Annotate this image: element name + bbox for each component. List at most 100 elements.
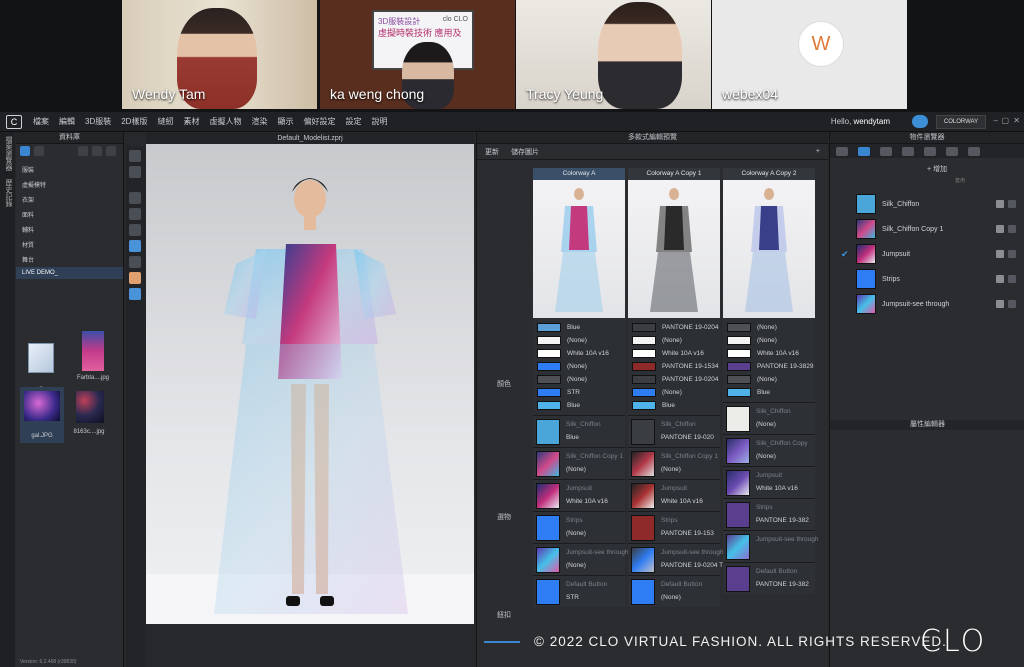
library-item[interactable]: 衣架: [16, 192, 123, 207]
library-item[interactable]: 虛擬模特: [16, 177, 123, 192]
copy-icon[interactable]: [996, 275, 1004, 283]
fabric-thumbnail[interactable]: [631, 547, 655, 573]
color-swatch-row[interactable]: White 10A v16: [723, 347, 815, 360]
color-swatch-row[interactable]: PANTONE 19-0204: [628, 321, 720, 334]
fabric-thumbnail[interactable]: [536, 515, 560, 541]
fabric-thumbnail[interactable]: [631, 515, 655, 541]
menu-avatar[interactable]: 虛擬人物: [204, 116, 246, 127]
color-chip[interactable]: [632, 323, 656, 332]
fabric-thumbnail[interactable]: [536, 451, 560, 477]
library-item[interactable]: 輔料: [16, 222, 123, 237]
participant-tile-2[interactable]: 3D服裝設計 虛擬時裝技術 應用及 clo CLO ka weng chong: [320, 0, 515, 109]
fabric-thumbnail[interactable]: [631, 483, 655, 509]
3d-viewport[interactable]: [146, 144, 474, 624]
fabric-row[interactable]: Default Button STR: [533, 575, 625, 607]
color-chip[interactable]: [537, 336, 561, 345]
delete-icon[interactable]: [1008, 300, 1016, 308]
color-swatch-row[interactable]: White 10A v16: [533, 347, 625, 360]
color-chip[interactable]: [632, 388, 656, 397]
color-swatch-row[interactable]: PANTONE 19-1534: [628, 360, 720, 373]
color-chip[interactable]: [537, 349, 561, 358]
colorway-header[interactable]: Colorway A Copy 1: [628, 168, 720, 180]
color-swatch-row[interactable]: Blue: [723, 386, 815, 399]
color-swatch-row[interactable]: (None): [628, 334, 720, 347]
colorway-preview-image[interactable]: [533, 180, 625, 318]
fabric-row[interactable]: Jumpsuit White 10A v16: [723, 466, 815, 498]
file-thumbnail[interactable]: Farbta....jpg: [76, 331, 110, 381]
buttonhole-icon[interactable]: [924, 146, 936, 156]
maximize-icon[interactable]: ▢: [1001, 116, 1009, 125]
participant-tile-4[interactable]: W webex04: [712, 0, 907, 109]
fabric-list-item[interactable]: Jumpsuit-see through: [856, 294, 1016, 316]
color-swatch-row[interactable]: (None): [533, 360, 625, 373]
delete-icon[interactable]: [1008, 250, 1016, 258]
color-swatch-row[interactable]: PANTONE 19-0204: [628, 373, 720, 386]
cloud-icon[interactable]: [912, 115, 928, 128]
color-swatch-row[interactable]: (None): [533, 334, 625, 347]
menu-edit[interactable]: 編輯: [54, 116, 80, 127]
fabric-thumbnail[interactable]: [536, 547, 560, 573]
colorway-header[interactable]: Colorway A: [533, 168, 625, 180]
fabric-thumbnail[interactable]: [726, 470, 750, 496]
fabric-thumbnail[interactable]: [726, 502, 750, 528]
fabric-row[interactable]: Jumpsuit-see through PANTONE 19-0204 TI: [628, 543, 725, 575]
fabric-list-item[interactable]: Silk_Chiffon: [856, 194, 1016, 216]
fabric-row[interactable]: Default Button (None): [628, 575, 720, 607]
close-icon[interactable]: ✕: [1013, 116, 1020, 125]
color-chip[interactable]: [727, 349, 751, 358]
fabric-thumbnail[interactable]: [536, 483, 560, 509]
print-icon[interactable]: [34, 146, 44, 156]
fabric-row[interactable]: Silk_Chiffon PANTONE 19-020: [628, 415, 720, 447]
color-chip[interactable]: [537, 362, 561, 371]
fabric-row[interactable]: Jumpsuit White 10A v16: [533, 479, 625, 511]
color-chip[interactable]: [632, 401, 656, 410]
color-chip[interactable]: [727, 388, 751, 397]
color-swatch-row[interactable]: (None): [533, 373, 625, 386]
fabric-row[interactable]: Default Button PANTONE 19-382: [723, 562, 815, 594]
color-chip[interactable]: [727, 323, 751, 332]
check-icon[interactable]: ✔: [841, 249, 849, 260]
tool-icon[interactable]: [129, 224, 141, 236]
color-swatch-row[interactable]: PANTONE 19-3829: [723, 360, 815, 373]
library-item[interactable]: 面料: [16, 207, 123, 222]
color-chip[interactable]: [537, 388, 561, 397]
copy-icon[interactable]: [996, 200, 1004, 208]
menu-settings[interactable]: 設定: [340, 116, 366, 127]
zipper-icon[interactable]: [946, 146, 958, 156]
tool-icon[interactable]: [129, 288, 141, 300]
save-image-button[interactable]: 儲存圖片: [511, 147, 539, 157]
fabric-list-item[interactable]: Strips: [856, 269, 1016, 291]
delete-icon[interactable]: [1008, 275, 1016, 283]
color-swatch-row[interactable]: (None): [628, 386, 720, 399]
colorway-header[interactable]: Colorway A Copy 2: [723, 168, 815, 180]
menu-file[interactable]: 檔案: [28, 116, 54, 127]
menu-2d-pattern[interactable]: 2D樣版: [116, 116, 152, 127]
menu-preferences[interactable]: 偏好設定: [298, 116, 340, 127]
fabric-row[interactable]: Jumpsuit-see through: [723, 530, 819, 562]
add-colorway-button[interactable]: +: [816, 148, 820, 155]
clo-logo-icon[interactable]: C: [6, 114, 22, 129]
fabric-thumbnail[interactable]: [631, 451, 655, 477]
menu-render[interactable]: 渲染: [246, 116, 272, 127]
fabric-list-item[interactable]: Silk_Chiffon Copy 1: [856, 219, 1016, 241]
button-icon[interactable]: [902, 146, 914, 156]
fabric-thumbnail[interactable]: [536, 579, 560, 605]
file-thumbnail-selected[interactable]: gal.JPG: [20, 387, 64, 443]
color-swatch-row[interactable]: Blue: [533, 399, 625, 412]
color-chip[interactable]: [537, 375, 561, 384]
fabric-row[interactable]: Strips PANTONE 19-153: [628, 511, 720, 543]
copy-icon[interactable]: [996, 300, 1004, 308]
fabric-row[interactable]: Silk_Chiffon Copy 1 (None): [533, 447, 625, 479]
colorway-tab[interactable]: COLORWAY: [936, 115, 986, 129]
color-chip[interactable]: [727, 336, 751, 345]
delete-icon[interactable]: [1008, 225, 1016, 233]
fabric-thumbnail[interactable]: [726, 534, 750, 560]
add-fabric-button[interactable]: + 增加: [927, 164, 947, 174]
menu-help[interactable]: 說明: [366, 116, 392, 127]
add-icon[interactable]: [92, 146, 102, 156]
minimize-icon[interactable]: –: [994, 116, 998, 125]
fabric-row[interactable]: Silk_Chiffon Copy 1 (None): [628, 447, 720, 479]
fabric-thumbnail[interactable]: [726, 438, 750, 464]
fabric-thumbnail[interactable]: [631, 579, 655, 605]
file-thumbnail[interactable]: 8163c....jpg: [72, 391, 106, 435]
